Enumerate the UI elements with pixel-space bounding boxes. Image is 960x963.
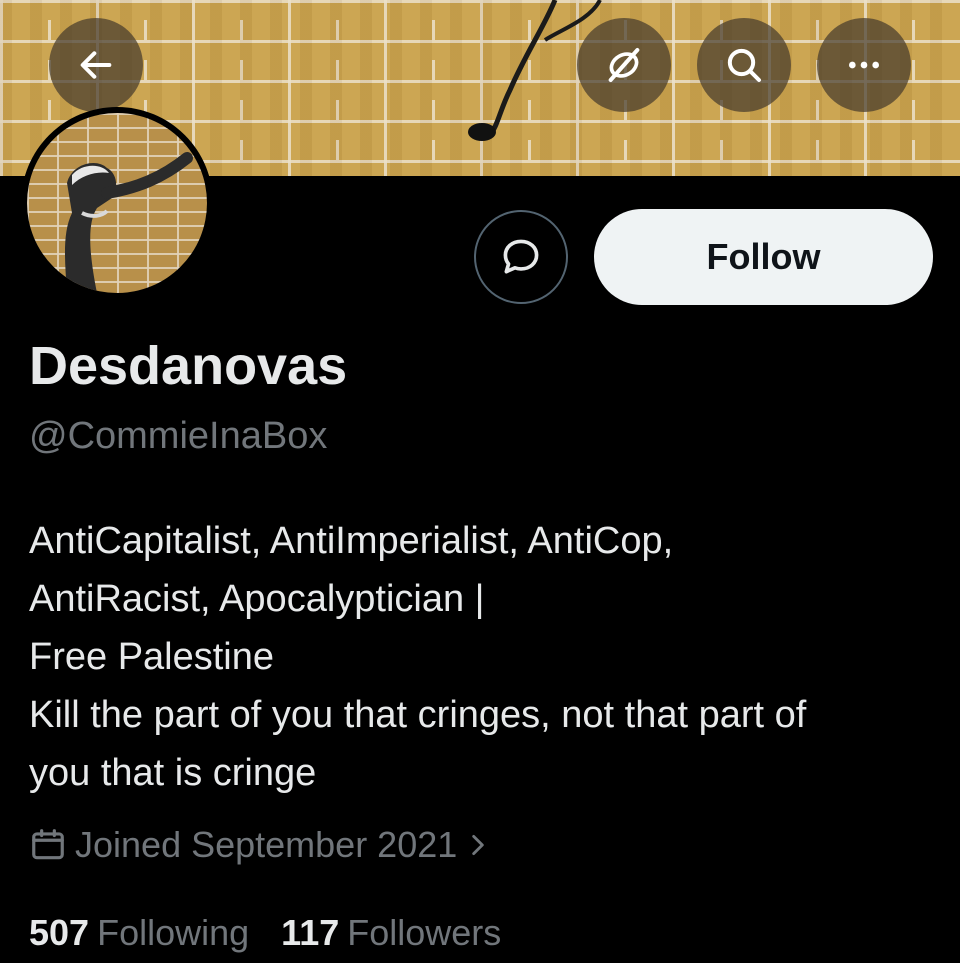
follow-button[interactable]: Follow (594, 209, 933, 305)
followers-label: Followers (347, 912, 502, 953)
search-icon (727, 48, 761, 82)
more-horizontal-icon (849, 61, 879, 69)
profile-bio: AntiCapitalist, AntiImperialist, AntiCop… (29, 520, 807, 794)
joined-date-text: Joined September 2021 (75, 824, 458, 865)
user-handle: @CommieInaBox (29, 415, 328, 457)
message-bubble-icon (503, 239, 539, 274)
avatar-image (27, 113, 207, 293)
chevron-right-icon (472, 834, 485, 856)
following-link[interactable]: 507 Following (29, 908, 249, 958)
followers-link[interactable]: 117 Followers (281, 908, 501, 958)
display-name: Desdanovas (29, 336, 348, 396)
following-label: Following (97, 912, 250, 953)
link-slash-icon (608, 48, 640, 82)
calendar-icon (32, 829, 64, 860)
back-button[interactable] (49, 18, 143, 112)
more-button[interactable] (817, 18, 911, 112)
following-count: 507 (29, 912, 90, 953)
message-button[interactable] (474, 210, 568, 304)
joined-date[interactable]: Joined September 2021 (29, 820, 491, 870)
follow-stats: 507 Following 117 Followers (29, 908, 501, 958)
avatar[interactable] (21, 107, 213, 299)
translate-button[interactable] (577, 18, 671, 112)
arrow-left-icon (80, 51, 112, 79)
search-button[interactable] (697, 18, 791, 112)
followers-count: 117 (281, 912, 340, 953)
